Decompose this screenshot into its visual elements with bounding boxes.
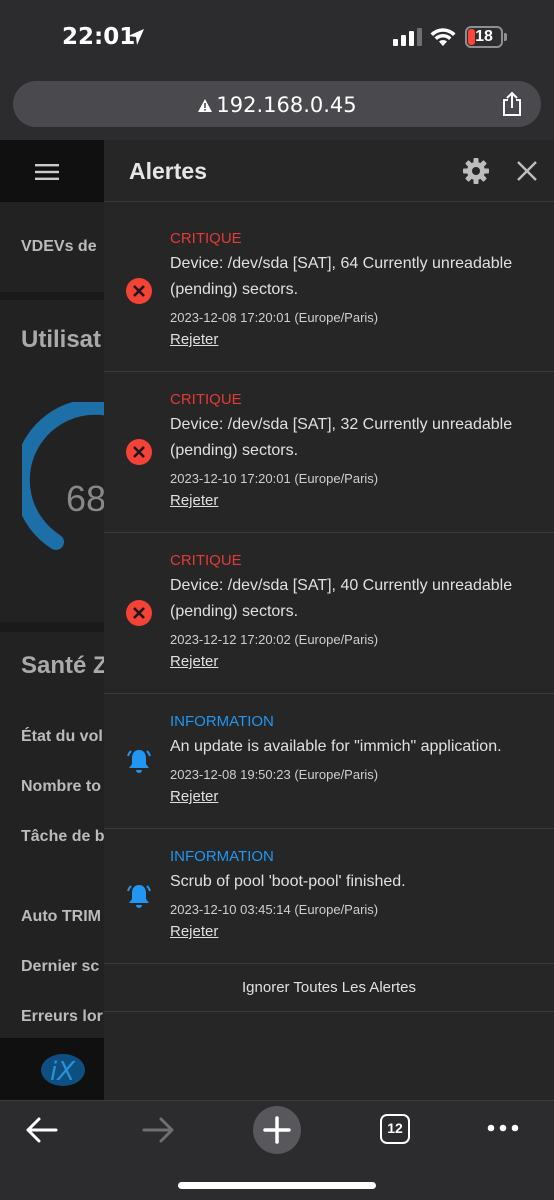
dismiss-link[interactable]: Rejeter xyxy=(170,788,218,805)
alerts-panel: Alertes CRITIQUE Device: /dev/sda [SAT],… xyxy=(104,140,554,1100)
share-icon[interactable] xyxy=(501,91,523,117)
alert-level: CRITIQUE xyxy=(170,230,242,247)
bg-row: Dernier sc xyxy=(21,958,100,975)
gear-icon[interactable] xyxy=(462,157,490,185)
alert-level: INFORMATION xyxy=(170,713,274,730)
alert-message: Device: /dev/sda [SAT], 32 Currently unr… xyxy=(170,416,513,459)
alert-message: Scrub of pool 'boot-pool' finished. xyxy=(170,873,406,890)
clock: 22:01 xyxy=(62,24,136,50)
error-icon xyxy=(126,600,152,626)
bg-row: Auto TRIM xyxy=(21,908,101,925)
error-icon xyxy=(126,278,152,304)
more-icon[interactable] xyxy=(487,1122,519,1134)
battery-icon: 18 xyxy=(465,26,503,48)
back-arrow-icon[interactable] xyxy=(24,1115,58,1145)
gauge-value: 68 xyxy=(66,478,104,519)
error-icon xyxy=(126,439,152,465)
screen: 22:01 18 192.168.0.45 VDEVs de Utilisat … xyxy=(0,0,554,1200)
alert-item: CRITIQUE Device: /dev/sda [SAT], 32 Curr… xyxy=(104,372,554,533)
bg-title-health: Santé Z xyxy=(21,652,104,679)
alert-item: INFORMATION Scrub of pool 'boot-pool' fi… xyxy=(104,829,554,964)
alert-level: CRITIQUE xyxy=(170,391,242,408)
dismiss-link[interactable]: Rejeter xyxy=(170,923,218,940)
ix-logo: iX xyxy=(41,1054,85,1087)
close-icon[interactable] xyxy=(516,160,538,182)
alert-timestamp: 2023-12-12 17:20:02 (Europe/Paris) xyxy=(170,632,379,647)
panel-title: Alertes xyxy=(129,158,207,184)
address-bar[interactable]: 192.168.0.45 xyxy=(13,81,541,127)
alert-message: Device: /dev/sda [SAT], 40 Currently unr… xyxy=(170,577,513,620)
alert-level: INFORMATION xyxy=(170,848,274,865)
background-dashboard: VDEVs de Utilisat 68 Santé Z État du vol… xyxy=(0,140,104,1100)
new-tab-button[interactable] xyxy=(253,1106,301,1154)
alert-message: An update is available for "immich" appl… xyxy=(170,738,502,755)
bell-icon xyxy=(127,750,151,773)
svg-text:iX: iX xyxy=(50,1057,76,1087)
alert-item: CRITIQUE Device: /dev/sda [SAT], 64 Curr… xyxy=(104,202,554,372)
tabs-button[interactable]: 12 xyxy=(380,1114,410,1144)
wifi-icon xyxy=(430,28,456,46)
status-bar: 22:01 18 xyxy=(0,0,554,76)
alert-message: Device: /dev/sda [SAT], 64 Currently unr… xyxy=(170,255,513,298)
warning-icon xyxy=(198,99,213,112)
location-arrow-icon xyxy=(128,29,144,45)
menu-icon[interactable] xyxy=(35,164,59,180)
dismiss-link[interactable]: Rejeter xyxy=(170,331,218,348)
bell-icon xyxy=(127,885,151,908)
bg-row-vdevs: VDEVs de xyxy=(21,238,97,255)
bg-row: Tâche de b xyxy=(21,828,104,845)
alert-level: CRITIQUE xyxy=(170,552,242,569)
alert-item: CRITIQUE Device: /dev/sda [SAT], 40 Curr… xyxy=(104,533,554,694)
alert-timestamp: 2023-12-08 19:50:23 (Europe/Paris) xyxy=(170,767,379,782)
app-header xyxy=(0,140,104,202)
forward-arrow-icon[interactable] xyxy=(142,1115,176,1145)
bg-row: Erreurs lor xyxy=(21,1008,103,1025)
plus-icon xyxy=(263,1116,291,1144)
alert-timestamp: 2023-12-10 03:45:14 (Europe/Paris) xyxy=(170,902,379,917)
dismiss-link[interactable]: Rejeter xyxy=(170,653,218,670)
ignore-all-alerts-button[interactable]: Ignorer Toutes Les Alertes xyxy=(104,964,554,1012)
bg-title-usage: Utilisat xyxy=(21,326,102,353)
cellular-signal-icon xyxy=(393,28,422,46)
battery-level: 18 xyxy=(475,28,493,45)
url-text: 192.168.0.45 xyxy=(216,93,357,117)
alert-timestamp: 2023-12-10 17:20:01 (Europe/Paris) xyxy=(170,471,379,486)
alert-timestamp: 2023-12-08 17:20:01 (Europe/Paris) xyxy=(170,310,379,325)
home-indicator xyxy=(178,1182,376,1189)
bg-row: État du vol xyxy=(21,728,103,745)
address-bar-container: 192.168.0.45 xyxy=(0,76,554,140)
alert-item: INFORMATION An update is available for "… xyxy=(104,694,554,829)
dismiss-link[interactable]: Rejeter xyxy=(170,492,218,509)
panel-header: Alertes xyxy=(104,140,554,202)
bg-row: Nombre to xyxy=(21,778,101,795)
